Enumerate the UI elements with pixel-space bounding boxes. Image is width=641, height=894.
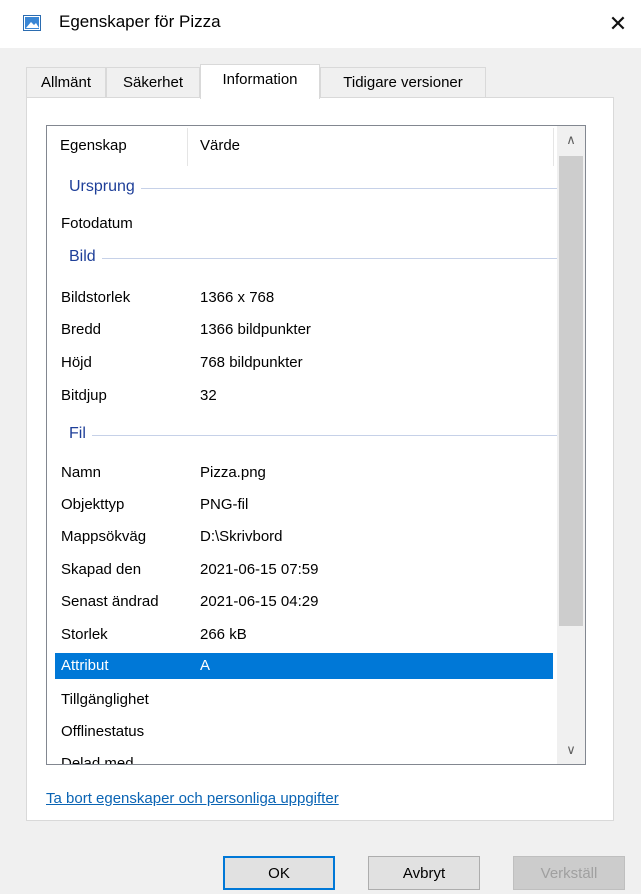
apply-button[interactable]: Verkställ [513,856,625,890]
group-divider [69,258,557,259]
close-button[interactable]: ✕ [595,0,641,48]
property-value: 1366 bildpunkter [200,321,311,338]
column-header-property[interactable]: Egenskap [60,137,127,154]
property-name: Storlek [61,626,108,643]
remove-properties-link[interactable]: Ta bort egenskaper och personliga uppgif… [46,790,339,807]
property-name: Skapad den [61,561,142,578]
list-item[interactable]: Offlinestatus [55,719,553,745]
group-divider [69,435,557,436]
group-divider [69,188,557,189]
chevron-down-icon: ∨ [566,742,576,757]
list-item[interactable]: Objekttyp PNG-fil [55,492,553,518]
tab-details[interactable]: Information [200,64,320,99]
property-value: 32 [200,387,217,404]
list-item[interactable]: Storlek 266 kB [55,622,553,648]
column-divider[interactable] [187,128,188,166]
group-header-image: Bild [47,243,557,273]
property-value: A [200,657,211,674]
list-item[interactable]: Bitdjup 32 [55,383,553,409]
property-name: Offlinestatus [61,723,145,740]
list-item-selected[interactable]: Attribut A [55,653,553,679]
list-item[interactable]: Senast ändrad 2021-06-15 04:29 [55,589,553,615]
vertical-scrollbar[interactable]: ∧ ∨ [557,126,585,764]
property-name: Attribut [61,657,109,674]
ok-button[interactable]: OK [223,856,335,890]
scroll-up-button[interactable]: ∧ [557,126,585,154]
property-name: Delad med [61,755,134,764]
tab-security[interactable]: Säkerhet [106,67,200,97]
property-value: 1366 x 768 [200,289,275,306]
column-header-value[interactable]: Värde [200,137,240,154]
list-item[interactable]: Delad med [55,751,553,764]
cancel-button[interactable]: Avbryt [368,856,480,890]
group-label: Ursprung [69,178,141,196]
list-item[interactable]: Fotodatum [55,211,553,237]
list-item[interactable]: Mappsökväg D:\Skrivbord [55,524,553,550]
list-item[interactable]: Tillgänglighet [55,687,553,713]
property-value: Pizza.png [200,464,266,481]
property-name: Senast ändrad [61,593,159,610]
list-item[interactable]: Skapad den 2021-06-15 07:59 [55,557,553,583]
list-item[interactable]: Bredd 1366 bildpunkter [55,317,553,343]
group-label: Bild [69,248,102,266]
list-item[interactable]: Höjd 768 bildpunkter [55,350,553,376]
property-name: Mappsökväg [61,528,147,545]
chevron-up-icon: ∧ [566,132,576,147]
property-name: Bildstorlek [61,289,131,306]
property-list-viewport: Egenskap Värde Ursprung Fotodatum Bild B… [47,126,557,764]
scroll-down-button[interactable]: ∨ [557,736,585,764]
property-value: 266 kB [200,626,247,643]
group-header-origin: Ursprung [47,173,557,203]
window-title: Egenskaper för Pizza [59,12,221,31]
group-header-file: Fil [47,420,557,450]
property-name: Bredd [61,321,102,338]
column-divider[interactable] [553,128,554,166]
list-header: Egenskap Värde [47,126,557,168]
close-icon: ✕ [608,11,628,36]
property-value: 2021-06-15 07:59 [200,561,319,578]
image-file-icon [23,15,41,31]
property-value: 768 bildpunkter [200,354,303,371]
property-name: Tillgänglighet [61,691,149,708]
tab-previous-versions[interactable]: Tidigare versioner [320,67,486,97]
scrollbar-thumb[interactable] [559,156,583,626]
property-name: Objekttyp [61,496,125,513]
list-item[interactable]: Bildstorlek 1366 x 768 [55,285,553,311]
property-name: Fotodatum [61,215,133,232]
list-item[interactable]: Namn Pizza.png [55,460,553,486]
property-name: Bitdjup [61,387,107,404]
group-label: Fil [69,425,92,443]
tab-general[interactable]: Allmänt [26,67,106,97]
title-bar: Egenskaper för Pizza ✕ [0,0,641,48]
property-list[interactable]: Egenskap Värde Ursprung Fotodatum Bild B… [46,125,586,765]
property-value: 2021-06-15 04:29 [200,593,319,610]
property-value: PNG-fil [200,496,249,513]
property-name: Namn [61,464,102,481]
property-value: D:\Skrivbord [200,528,283,545]
property-name: Höjd [61,354,92,371]
